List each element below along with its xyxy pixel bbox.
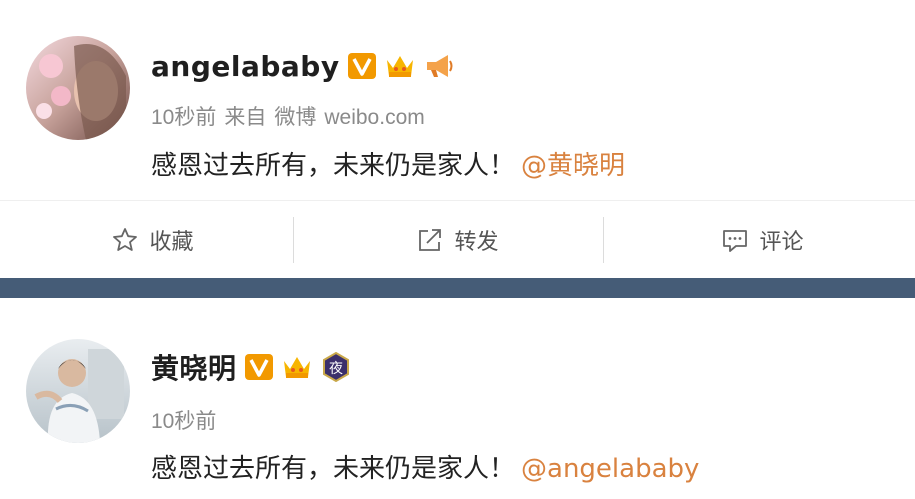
post-text: 感恩过去所有，未来仍是家人！ @黄晓明	[151, 145, 625, 182]
avatar-image	[26, 339, 130, 443]
favorite-label: 收藏	[149, 230, 194, 255]
mention-link[interactable]: @黄晓明	[521, 151, 625, 181]
night-badge-label: 夜	[329, 361, 343, 377]
vip-crown-icon	[384, 52, 416, 80]
source-prefix: 来自	[224, 106, 267, 129]
mention-link[interactable]: @angelababy	[521, 454, 699, 484]
avatar-image	[26, 36, 130, 140]
author-name[interactable]: angelababy	[151, 50, 340, 83]
repost-button[interactable]: 转发	[305, 201, 610, 279]
author-name[interactable]: 黄晓明	[151, 347, 237, 387]
source-app[interactable]: 微博	[274, 106, 316, 129]
star-outline-icon	[113, 228, 138, 251]
post-time: 10秒前	[151, 410, 217, 433]
divider	[293, 217, 294, 263]
comment-button[interactable]: 评论	[610, 201, 915, 279]
repost-label: 转发	[454, 230, 499, 255]
post-content: 感恩过去所有，未来仍是家人！	[151, 454, 516, 484]
night-badge-icon: 夜	[321, 352, 351, 382]
post-huangxiaoming: 黄晓明 夜 10秒前 感恩过去所有，未来仍是家人！ @angelababy	[0, 298, 915, 499]
post-time: 10秒前	[151, 106, 217, 129]
post-angelababy: angelababy 10秒前 来自 微博 weibo.com 感恩过去所有，未来仍是…	[0, 0, 915, 200]
megaphone-icon	[424, 53, 454, 79]
post-meta: 10秒前	[151, 405, 216, 435]
comment-bubble-icon	[723, 230, 748, 252]
source-site[interactable]: weibo.com	[324, 106, 424, 129]
post-action-bar: 收藏 转发 评论	[0, 200, 915, 278]
avatar[interactable]	[26, 339, 130, 443]
post-content: 感恩过去所有，未来仍是家人！	[151, 151, 516, 181]
post-text: 感恩过去所有，未来仍是家人！ @angelababy	[151, 448, 699, 485]
divider	[603, 217, 604, 263]
verified-v-icon	[347, 53, 376, 79]
favorite-button[interactable]: 收藏	[0, 201, 305, 279]
comment-label: 评论	[759, 230, 804, 255]
feed-separator	[0, 278, 915, 298]
verified-v-icon	[244, 354, 273, 380]
share-arrow-icon	[419, 229, 442, 251]
vip-crown-icon	[281, 353, 313, 381]
avatar[interactable]	[26, 36, 130, 140]
post-meta: 10秒前 来自 微博 weibo.com	[151, 101, 425, 131]
